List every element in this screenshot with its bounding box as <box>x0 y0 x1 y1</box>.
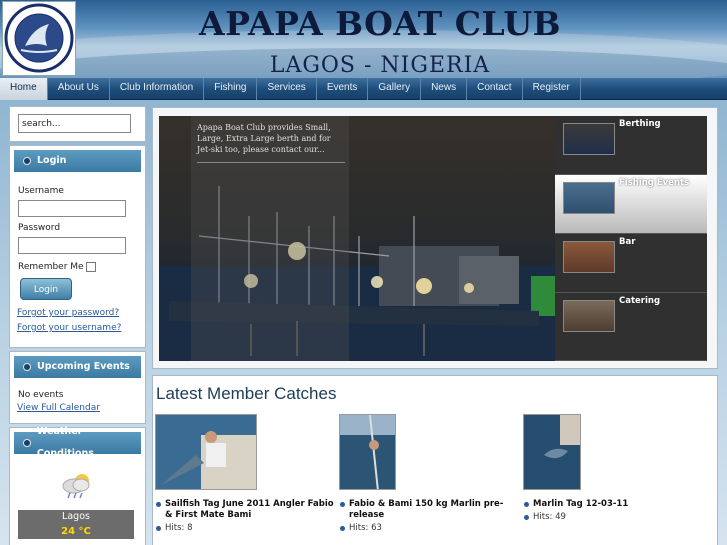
bullet-icon <box>23 157 31 165</box>
bullet-icon <box>23 439 31 447</box>
latest-catches: Latest Member Catches Sailfish Tag June … <box>152 375 718 545</box>
catch-title[interactable]: Fabio & Bami 150 kg Marlin pre-release <box>339 499 521 521</box>
thumb-image <box>563 123 615 155</box>
weather-city: Lagos <box>18 510 134 524</box>
thumb-label: Bar <box>619 237 636 247</box>
slide-caption: Apapa Boat Club provides Small, Large, E… <box>197 123 331 154</box>
nav-events[interactable]: Events <box>317 78 369 100</box>
thumb-fishing-events[interactable]: Fishing Events <box>555 175 707 234</box>
thumb-bar[interactable]: Bar <box>555 234 707 293</box>
no-events-text: No events <box>18 390 64 400</box>
main-nav: Home About Us Club Information Fishing S… <box>0 78 727 100</box>
thumb-image <box>563 182 615 214</box>
catch-hits: Hits: 49 <box>523 512 705 522</box>
username-label: Username <box>18 186 64 196</box>
catches-heading: Latest Member Catches <box>156 384 337 403</box>
catch-item: Marlin Tag 12-03-11 Hits: 49 <box>523 414 705 522</box>
nav-about-us[interactable]: About Us <box>48 78 110 100</box>
thumb-image <box>563 300 615 332</box>
slide-thumbnails: Berthing Fishing Events Bar Catering <box>555 116 707 361</box>
full-calendar-link[interactable]: View Full Calendar <box>17 403 100 413</box>
nav-news[interactable]: News <box>421 78 468 100</box>
login-button[interactable]: Login <box>20 278 72 300</box>
catch-item: Sailfish Tag June 2011 Angler Fabio & Fi… <box>155 414 337 533</box>
nav-fishing[interactable]: Fishing <box>204 78 258 100</box>
slide-image[interactable]: Apapa Boat Club provides Small, Large, E… <box>159 116 555 361</box>
login-header: Login <box>14 150 141 172</box>
catch-image[interactable] <box>339 414 396 490</box>
catch-hits: Hits: 8 <box>155 523 337 533</box>
catch-hits: Hits: 63 <box>339 523 521 533</box>
weather-header: Weather Conditions <box>14 426 141 459</box>
catch-title[interactable]: Marlin Tag 12-03-11 <box>523 499 705 510</box>
username-field[interactable] <box>18 200 126 217</box>
catch-image[interactable] <box>155 414 257 490</box>
site-title: APAPA BOAT CLUB <box>198 4 562 43</box>
remember-checkbox[interactable] <box>86 262 96 272</box>
nav-club-information[interactable]: Club Information <box>110 78 205 100</box>
login-heading: Login <box>37 155 67 166</box>
search-module <box>9 106 146 142</box>
thumb-catering[interactable]: Catering <box>555 293 707 361</box>
weather-heading: Weather Conditions <box>36 426 94 459</box>
thumb-image <box>563 241 615 273</box>
remember-label: Remember Me <box>18 262 84 272</box>
nav-register[interactable]: Register <box>523 78 581 100</box>
thumb-label: Catering <box>619 296 661 306</box>
site-header: APAPA BOAT CLUB LAGOS - NIGERIA <box>0 0 727 78</box>
site-subtitle: LAGOS - NIGERIA <box>269 53 491 78</box>
nav-home[interactable]: Home <box>0 78 48 100</box>
catch-title[interactable]: Sailfish Tag June 2011 Angler Fabio & Fi… <box>155 499 337 521</box>
forgot-password-link[interactable]: Forgot your password? <box>17 308 119 318</box>
slideshow: Apapa Boat Club provides Small, Large, E… <box>152 107 718 369</box>
login-module: Login Username Password Remember Me Logi… <box>9 145 146 348</box>
bullet-icon <box>23 363 31 371</box>
forgot-username-link[interactable]: Forgot your username? <box>17 323 121 333</box>
nav-services[interactable]: Services <box>257 78 317 100</box>
events-heading: Upcoming Events <box>37 361 130 372</box>
thumb-berthing[interactable]: Berthing <box>555 116 707 175</box>
catch-item: Fabio & Bami 150 kg Marlin pre-release H… <box>339 414 521 533</box>
club-logo[interactable] <box>2 1 76 76</box>
events-module: Upcoming Events No events View Full Cale… <box>9 351 146 424</box>
events-header: Upcoming Events <box>14 356 141 378</box>
thumb-label: Fishing Events <box>619 178 690 188</box>
cloud-rain-icon <box>60 472 94 500</box>
search-input[interactable] <box>18 114 131 133</box>
nav-gallery[interactable]: Gallery <box>368 78 422 100</box>
password-label: Password <box>18 223 61 233</box>
weather-module: Weather Conditions Lagos 24 °C <box>9 426 146 545</box>
weather-temperature: 24 °C <box>18 524 134 539</box>
thumb-label: Berthing <box>619 119 661 129</box>
nav-contact[interactable]: Contact <box>467 78 523 100</box>
catch-image[interactable] <box>523 414 581 490</box>
password-field[interactable] <box>18 237 126 254</box>
